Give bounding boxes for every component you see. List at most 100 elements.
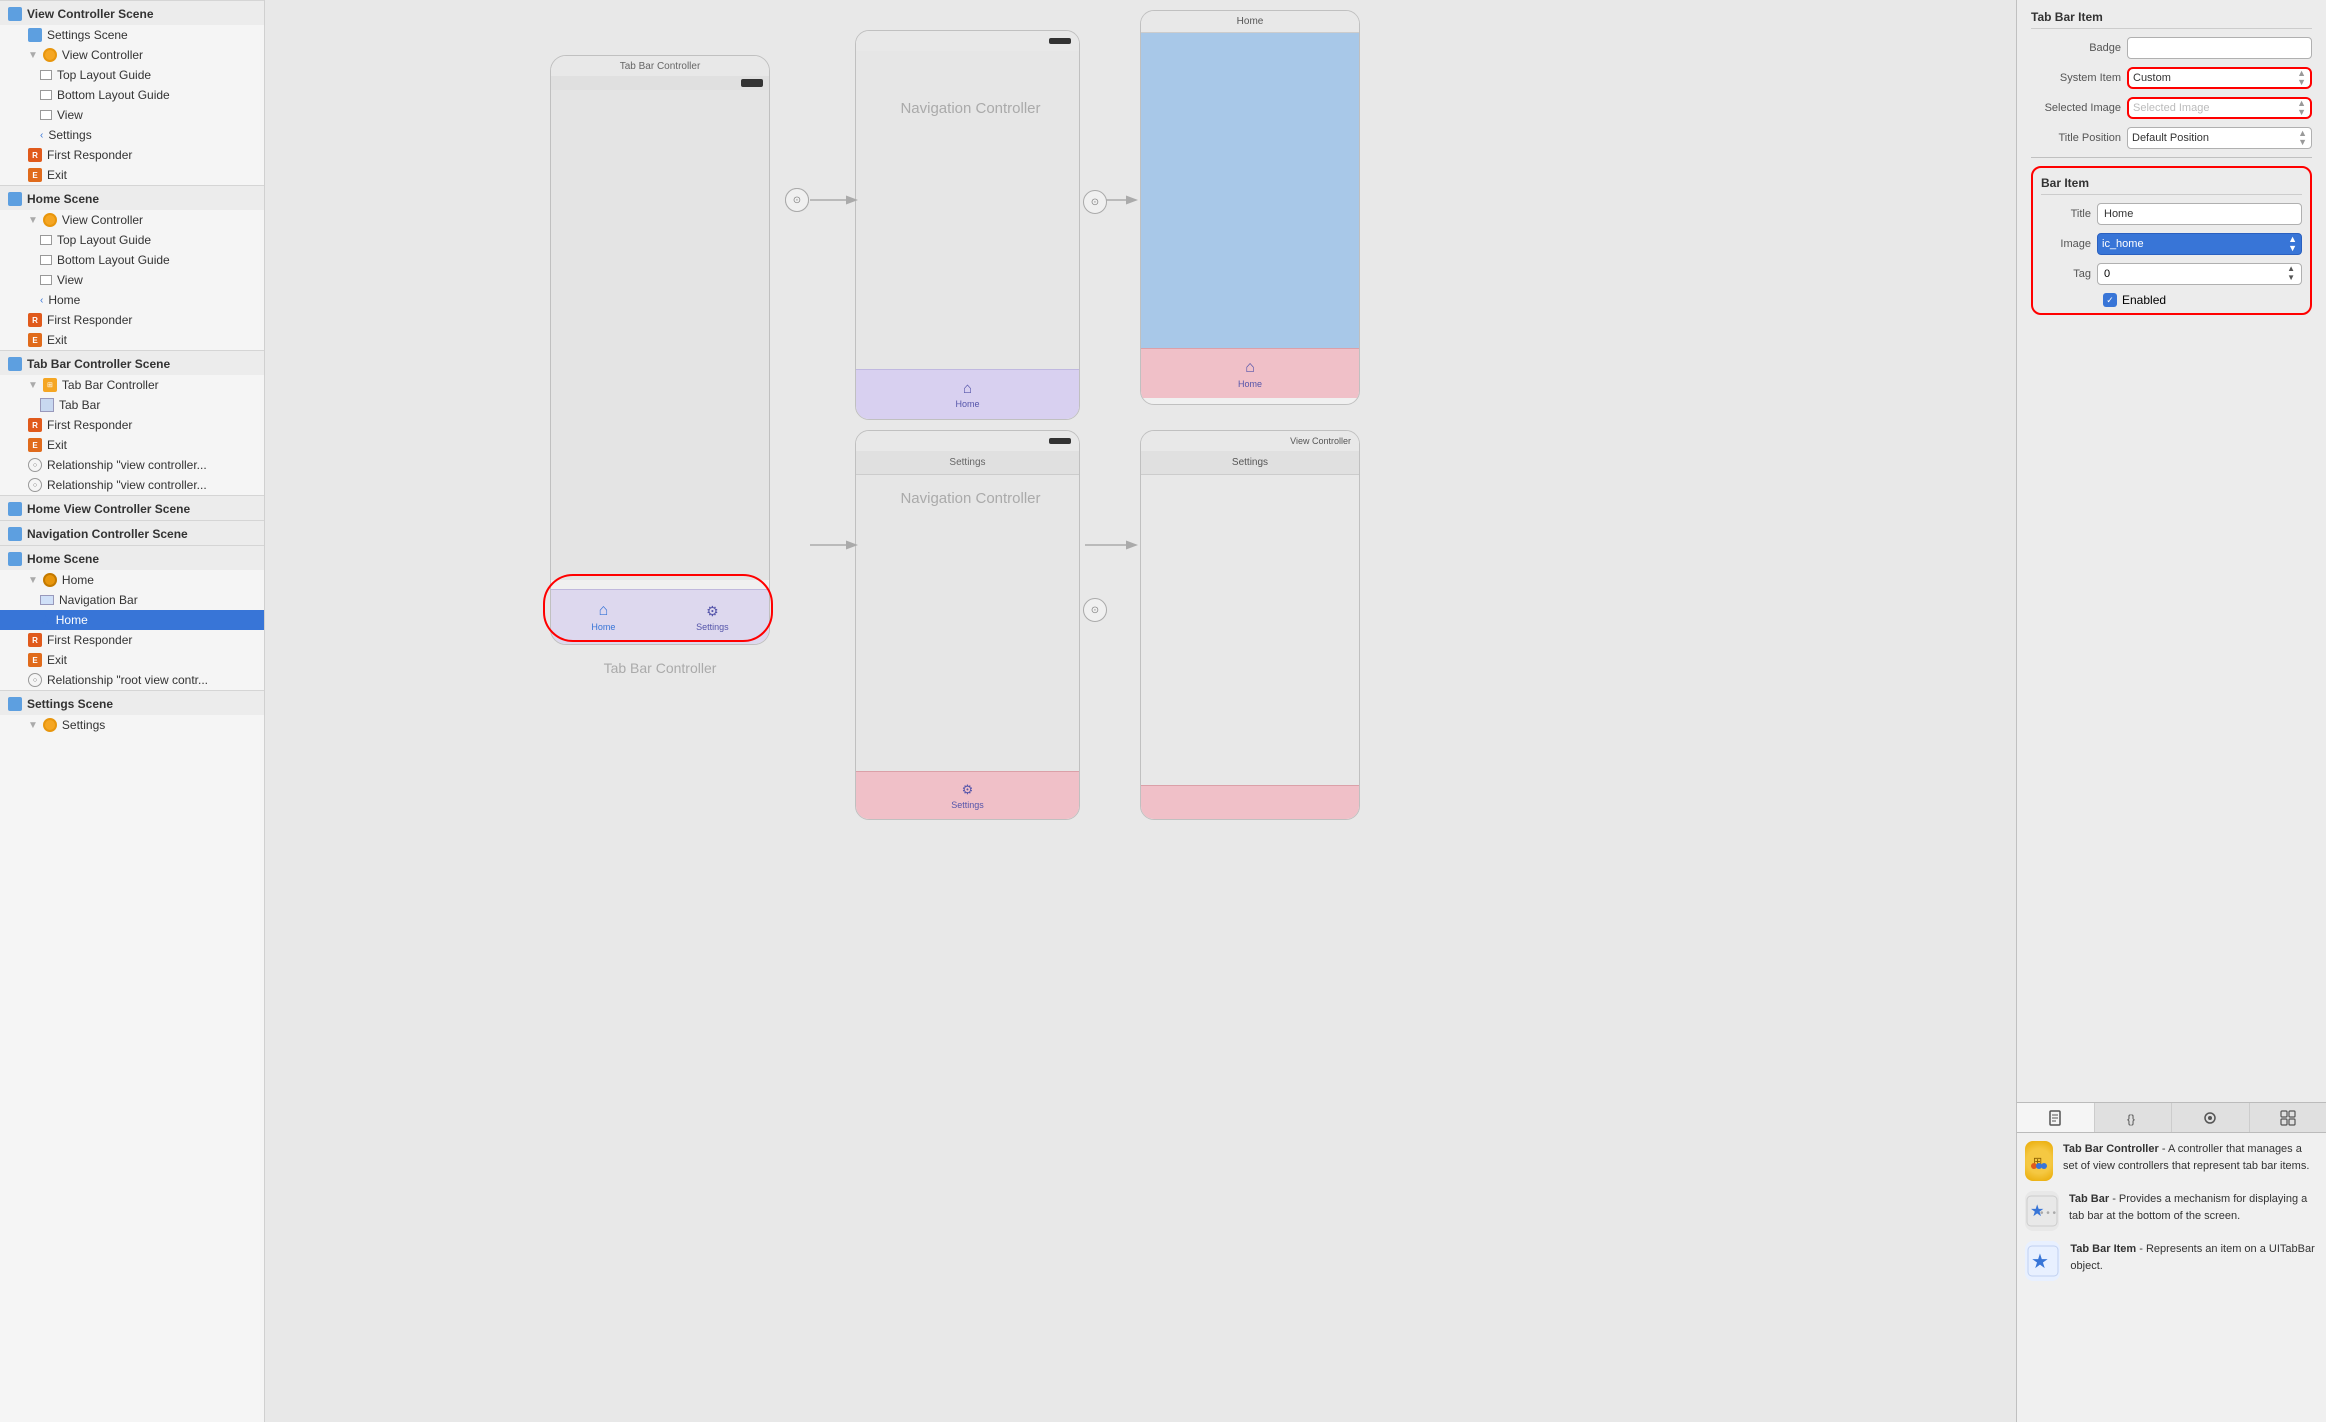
status-rect: [1049, 38, 1071, 44]
sidebar-item-tab-bar-controller[interactable]: ▼ ⊞ Tab Bar Controller: [0, 375, 264, 395]
sidebar-item-view-controller-1[interactable]: ▼ View Controller: [0, 45, 264, 65]
nav-tab-bar: ⌂ Home: [856, 369, 1079, 419]
sidebar-item-first-responder-2[interactable]: R First Responder: [0, 310, 264, 330]
library-tab-file[interactable]: [2017, 1103, 2095, 1132]
sidebar-item-navigation-bar[interactable]: Navigation Bar: [0, 590, 264, 610]
home-nav-bar: Home: [1141, 11, 1359, 33]
orange-circle-icon: [43, 573, 57, 587]
sidebar-item-top-layout-2[interactable]: Top Layout Guide: [0, 230, 264, 250]
library-tab-grid[interactable]: [2250, 1103, 2326, 1132]
sidebar-section-label: View Controller Scene: [27, 7, 154, 21]
sidebar-section-label: Home View Controller Scene: [27, 502, 190, 516]
tab-bar-item-library-text: Tab Bar Item - Represents an item on a U…: [2070, 1241, 2318, 1274]
connector-top-nav: ⊙: [785, 188, 809, 212]
sidebar-item-home-star[interactable]: ★ Home: [0, 610, 264, 630]
bar-tag-label: Tag: [2041, 268, 2091, 280]
tbc-svg-icon: ⊞: [2025, 1147, 2053, 1175]
library-items: ⊞ Tab Bar Controller - A controller that…: [2017, 1133, 2326, 1422]
sidebar-section-label: Navigation Controller Scene: [27, 527, 188, 541]
status-rect: [1049, 438, 1071, 444]
nav-status-bar-bottom: [856, 431, 1079, 451]
badge-label: Badge: [2031, 42, 2121, 54]
svg-text:★: ★: [2031, 1251, 2049, 1273]
sidebar-item-first-responder-1[interactable]: R First Responder: [0, 145, 264, 165]
grid-icon: [8, 502, 22, 516]
sidebar-section-settings-scene-2[interactable]: Settings Scene: [0, 690, 264, 715]
select-arrow: ▲▼: [2297, 69, 2306, 87]
settings-nav-body: [856, 475, 1079, 771]
home-blue-area: [1141, 33, 1359, 348]
nav-controller-phone-top: ⌂ Home: [855, 30, 1080, 420]
badge-field[interactable]: [2127, 37, 2312, 59]
sidebar-section-home-scene-1[interactable]: Home Scene: [0, 185, 264, 210]
sidebar-section-navigation-controller[interactable]: Navigation Controller Scene: [0, 520, 264, 545]
sidebar-item-exit-3[interactable]: E Exit: [0, 435, 264, 455]
sidebar-item-bottom-layout-1[interactable]: Bottom Layout Guide: [0, 85, 264, 105]
tbc-header: Tab Bar Controller: [551, 56, 769, 76]
right-panel-content: Tab Bar Item Badge System Item Custom ▲▼…: [2017, 0, 2326, 1102]
sidebar-item-settings-scene[interactable]: Settings Scene: [0, 25, 264, 45]
selected-image-select[interactable]: Selected Image ▲▼: [2127, 97, 2312, 119]
sidebar-item-view-1[interactable]: View: [0, 105, 264, 125]
sidebar-section-home-scene-2[interactable]: Home Scene: [0, 545, 264, 570]
rect-icon: [40, 90, 52, 100]
sidebar-item-home-vc[interactable]: ▼ Home: [0, 570, 264, 590]
tab-bar-library-title: Tab Bar: [2069, 1193, 2109, 1205]
star-icon: ★: [40, 613, 51, 627]
tab-bar-svg: ★ • • •: [2025, 1194, 2059, 1228]
sidebar-item-top-layout-1[interactable]: Top Layout Guide: [0, 65, 264, 85]
sidebar-item-first-responder-4[interactable]: R First Responder: [0, 630, 264, 650]
tab-bar-library-text: Tab Bar - Provides a mechanism for displ…: [2069, 1191, 2318, 1224]
sidebar-item-bottom-layout-2[interactable]: Bottom Layout Guide: [0, 250, 264, 270]
relationship-icon: ○: [28, 673, 42, 687]
exit-icon: E: [28, 438, 42, 452]
library-tab-curly[interactable]: {}: [2095, 1103, 2173, 1132]
sidebar-item-relationship-1[interactable]: ○ Relationship "view controller...: [0, 455, 264, 475]
sidebar-section-home-view-controller[interactable]: Home View Controller Scene: [0, 495, 264, 520]
bar-item-title: Bar Item: [2041, 176, 2302, 195]
sidebar-item-first-responder-3[interactable]: R First Responder: [0, 415, 264, 435]
enabled-checkbox[interactable]: ✓: [2103, 293, 2117, 307]
settings-icon: ⚙: [706, 603, 719, 620]
system-item-select[interactable]: Custom ▲▼: [2127, 67, 2312, 89]
bar-image-select[interactable]: ic_home ▲▼: [2097, 233, 2302, 255]
library-item-tab-bar-item: ★ Tab Bar Item - Represents an item on a…: [2025, 1241, 2318, 1281]
sidebar-item-view-2[interactable]: View: [0, 270, 264, 290]
sidebar-section-tab-bar-controller[interactable]: Tab Bar Controller Scene: [0, 350, 264, 375]
status-rect: [741, 79, 763, 87]
circle-icon: [2202, 1110, 2218, 1126]
sidebar-section-view-controller-scene[interactable]: View Controller Scene: [0, 0, 264, 25]
tab-bar-item-library-title: Tab Bar Item: [2070, 1243, 2136, 1255]
sidebar-item-home-nav[interactable]: ‹ Home: [0, 290, 264, 310]
sidebar-item-exit-1[interactable]: E Exit: [0, 165, 264, 185]
nav-home-tab: ⌂ Home: [856, 380, 1079, 409]
sidebar-item-settings-nav[interactable]: ‹ Settings: [0, 125, 264, 145]
sidebar-item-settings-vc[interactable]: ▼ Settings: [0, 715, 264, 735]
bar-title-label: Title: [2041, 208, 2091, 220]
main-canvas: Tab Bar Controller ⌂ Home ⚙ Settings Tab…: [265, 0, 2016, 1422]
exit-icon: E: [28, 333, 42, 347]
sidebar-item-exit-2[interactable]: E Exit: [0, 330, 264, 350]
home-tab-item: ⌂ Home: [1238, 359, 1262, 389]
bar-title-field[interactable]: Home: [2097, 203, 2302, 225]
sidebar-item-exit-4[interactable]: E Exit: [0, 650, 264, 670]
file-icon: [2047, 1110, 2063, 1126]
library-item-tbc: ⊞ Tab Bar Controller - A controller that…: [2025, 1141, 2318, 1181]
bar-tag-stepper[interactable]: 0 ▲▼: [2097, 263, 2302, 285]
enabled-row: ✓ Enabled: [2103, 293, 2310, 307]
nav-status-bar: [856, 31, 1079, 51]
home-pink-bar: ⌂ Home: [1141, 348, 1359, 398]
title-position-select[interactable]: Default Position ▲▼: [2127, 127, 2312, 149]
tab-bar-ctrl-icon: ⊞: [43, 378, 57, 392]
orange-circle-icon: [43, 718, 57, 732]
sidebar-item-view-controller-2[interactable]: ▼ View Controller: [0, 210, 264, 230]
relationship-icon: ○: [28, 458, 42, 472]
library-tab-circle[interactable]: [2172, 1103, 2250, 1132]
sidebar-item-tab-bar[interactable]: Tab Bar: [0, 395, 264, 415]
sidebar-item-relationship-2[interactable]: ○ Relationship "view controller...: [0, 475, 264, 495]
select-arrow: ▲▼: [2298, 129, 2307, 147]
tbc-settings-tab[interactable]: ⚙ Settings: [696, 603, 729, 632]
sidebar-item-relationship-3[interactable]: ○ Relationship "root view contr...: [0, 670, 264, 690]
tbc-home-tab[interactable]: ⌂ Home: [591, 602, 615, 632]
nav-controller-phone-bottom: Settings ⚙ Settings: [855, 430, 1080, 820]
